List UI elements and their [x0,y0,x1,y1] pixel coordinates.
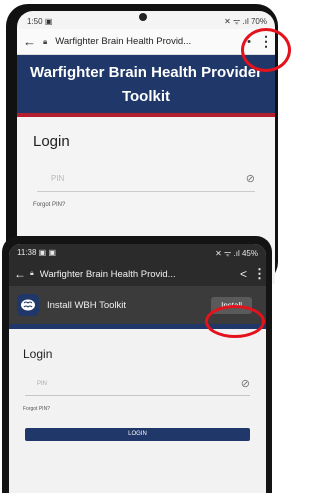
status-indicators: ✕ ᯤ .ıl 70% [224,17,267,26]
forgot-pin-link[interactable]: Forgot PIN? [33,202,259,208]
back-arrow-icon[interactable]: ← [23,34,36,49]
more-vert-icon[interactable]: ⋮ [253,266,266,282]
lock-icon: 🔒︎ [43,36,48,46]
screen-bottom: 11:38 ▣ ▣ ✕ ᯤ .ıl 45% ← 🔒︎ Warfighter Br… [9,244,266,493]
highlight-circle-install [205,305,265,338]
status-bar: 11:38 ▣ ▣ ✕ ᯤ .ıl 45% [9,244,266,262]
pin-placeholder: PIN [51,174,65,183]
login-button[interactable]: LOGIN [25,428,250,441]
login-heading: Login [33,133,70,150]
back-arrow-icon[interactable]: ← [14,267,26,281]
pin-placeholder: PIN [37,380,48,387]
status-time: 1:50 ▣ [27,17,53,26]
eye-off-icon[interactable]: ⊘ [246,172,255,185]
brain-app-icon [17,294,39,316]
share-icon[interactable]: < [240,267,247,281]
status-indicators: ✕ ᯤ .ıl 45% [215,249,258,258]
pin-field[interactable]: PIN ⊘ [37,172,255,192]
pin-field[interactable]: PIN ⊘ [25,377,250,396]
browser-toolbar: ← 🔒︎ Warfighter Brain Health Provid... •… [17,29,275,55]
install-banner-text: Install WBH Toolkit [47,299,127,311]
page-title[interactable]: Warfighter Brain Health Provid... [40,269,234,280]
app-banner-title: Warfighter Brain Health Provider Toolkit [30,64,262,105]
login-heading: Login [23,347,53,361]
front-camera [139,13,147,21]
login-form: Login PIN ⊘ Forgot PIN? [17,117,275,208]
highlight-circle-menu [241,28,291,72]
lock-icon: 🔒︎ [30,270,34,277]
app-banner: Warfighter Brain Health Provider Toolkit [17,55,275,117]
phone-bottom: 11:38 ▣ ▣ ✕ ᯤ .ıl 45% ← 🔒︎ Warfighter Br… [2,236,272,493]
forgot-pin-link[interactable]: Forgot PIN? [23,406,252,412]
status-time: 11:38 ▣ ▣ [17,248,57,257]
eye-off-icon[interactable]: ⊘ [241,377,250,390]
login-form: Login PIN ⊘ Forgot PIN? LOGIN [9,329,266,441]
browser-toolbar: ← 🔒︎ Warfighter Brain Health Provid... <… [9,262,266,286]
page-title[interactable]: Warfighter Brain Health Provid... [55,36,239,47]
